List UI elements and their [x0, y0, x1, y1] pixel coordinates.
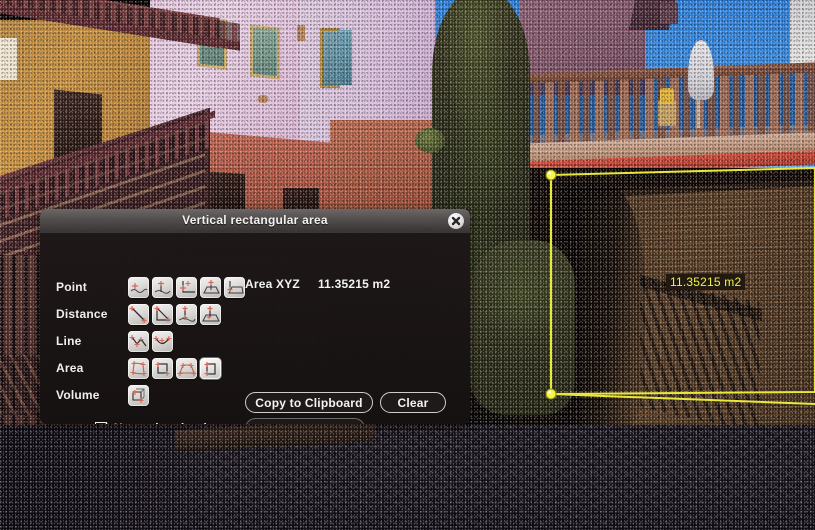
distance-vertical-icon[interactable] [176, 303, 197, 325]
copy-to-clipboard-button[interactable]: Copy to Clipboard [245, 392, 373, 413]
point-on-corner-icon[interactable] [176, 276, 197, 298]
tool-row-label: Point [56, 280, 87, 294]
distance-angle-icon[interactable] [152, 303, 173, 325]
area-readout-label: Area XYZ [245, 277, 300, 291]
distance-point-to-point-icon[interactable] [128, 303, 149, 325]
tool-row-label: Volume [56, 388, 100, 402]
distant-building [790, 0, 815, 70]
volume-box-icon[interactable] [128, 384, 149, 406]
point-on-plane-icon[interactable] [200, 276, 221, 298]
application-window: 11.35215 m2 Vertical rectangular area Po… [0, 0, 815, 530]
shrub [470, 240, 575, 415]
area-polygon-icon[interactable] [128, 357, 149, 379]
point-on-vertical-line-icon[interactable] [152, 276, 173, 298]
area-readout-value: 11.35215 m2 [317, 277, 391, 291]
use-point-cloud-checkbox[interactable]: Use point cloud [95, 421, 207, 424]
checkmark-icon [95, 422, 108, 424]
wall-fixture [258, 95, 268, 103]
area-vertical-rect-icon[interactable] [200, 357, 221, 379]
terrace-chair-cushion [660, 88, 674, 104]
shuttered-window [320, 28, 340, 88]
vertical-rectangular-area-dialog[interactable]: Vertical rectangular area Point Distance… [40, 209, 470, 424]
area-sloped-plane-icon[interactable] [176, 357, 197, 379]
shuttered-window [338, 30, 352, 85]
distance-to-plane-icon[interactable] [200, 303, 221, 325]
measurement-value-label: 11.35215 m2 [666, 274, 746, 290]
wall-fixture [297, 25, 305, 41]
point-on-slope-icon[interactable] [224, 276, 245, 298]
polyline-icon[interactable] [128, 330, 149, 352]
dialog-titlebar[interactable]: Vertical rectangular area [40, 209, 470, 233]
tool-row-line: Line [56, 329, 176, 353]
curved-line-icon[interactable] [152, 330, 173, 352]
clear-button[interactable]: Clear [380, 392, 446, 413]
tool-row-area: Area [56, 356, 224, 380]
small-bush [415, 128, 445, 153]
dialog-title: Vertical rectangular area [182, 213, 328, 227]
tool-row-label: Line [56, 334, 82, 348]
copy-to-feature-button[interactable]: Copy to Feature [245, 418, 365, 424]
point-on-surface-icon[interactable] [128, 276, 149, 298]
tool-row-label: Area [56, 361, 84, 375]
tool-row-label: Distance [56, 307, 108, 321]
area-readout: Area XYZ 11.35215 m2 [245, 277, 390, 291]
tool-row-volume: Volume [56, 383, 152, 407]
area-horizontal-rect-icon[interactable] [152, 357, 173, 379]
use-point-cloud-label: Use point cloud [114, 421, 207, 424]
chimney [660, 2, 678, 24]
close-icon[interactable] [448, 213, 464, 229]
tool-row-point: Point [56, 275, 248, 299]
tool-row-distance: Distance [56, 302, 224, 326]
dialog-body: Point Distance Line Area Volume Area XYZ… [40, 233, 470, 424]
wall-light-patch [0, 38, 17, 80]
shuttered-window [250, 24, 280, 80]
